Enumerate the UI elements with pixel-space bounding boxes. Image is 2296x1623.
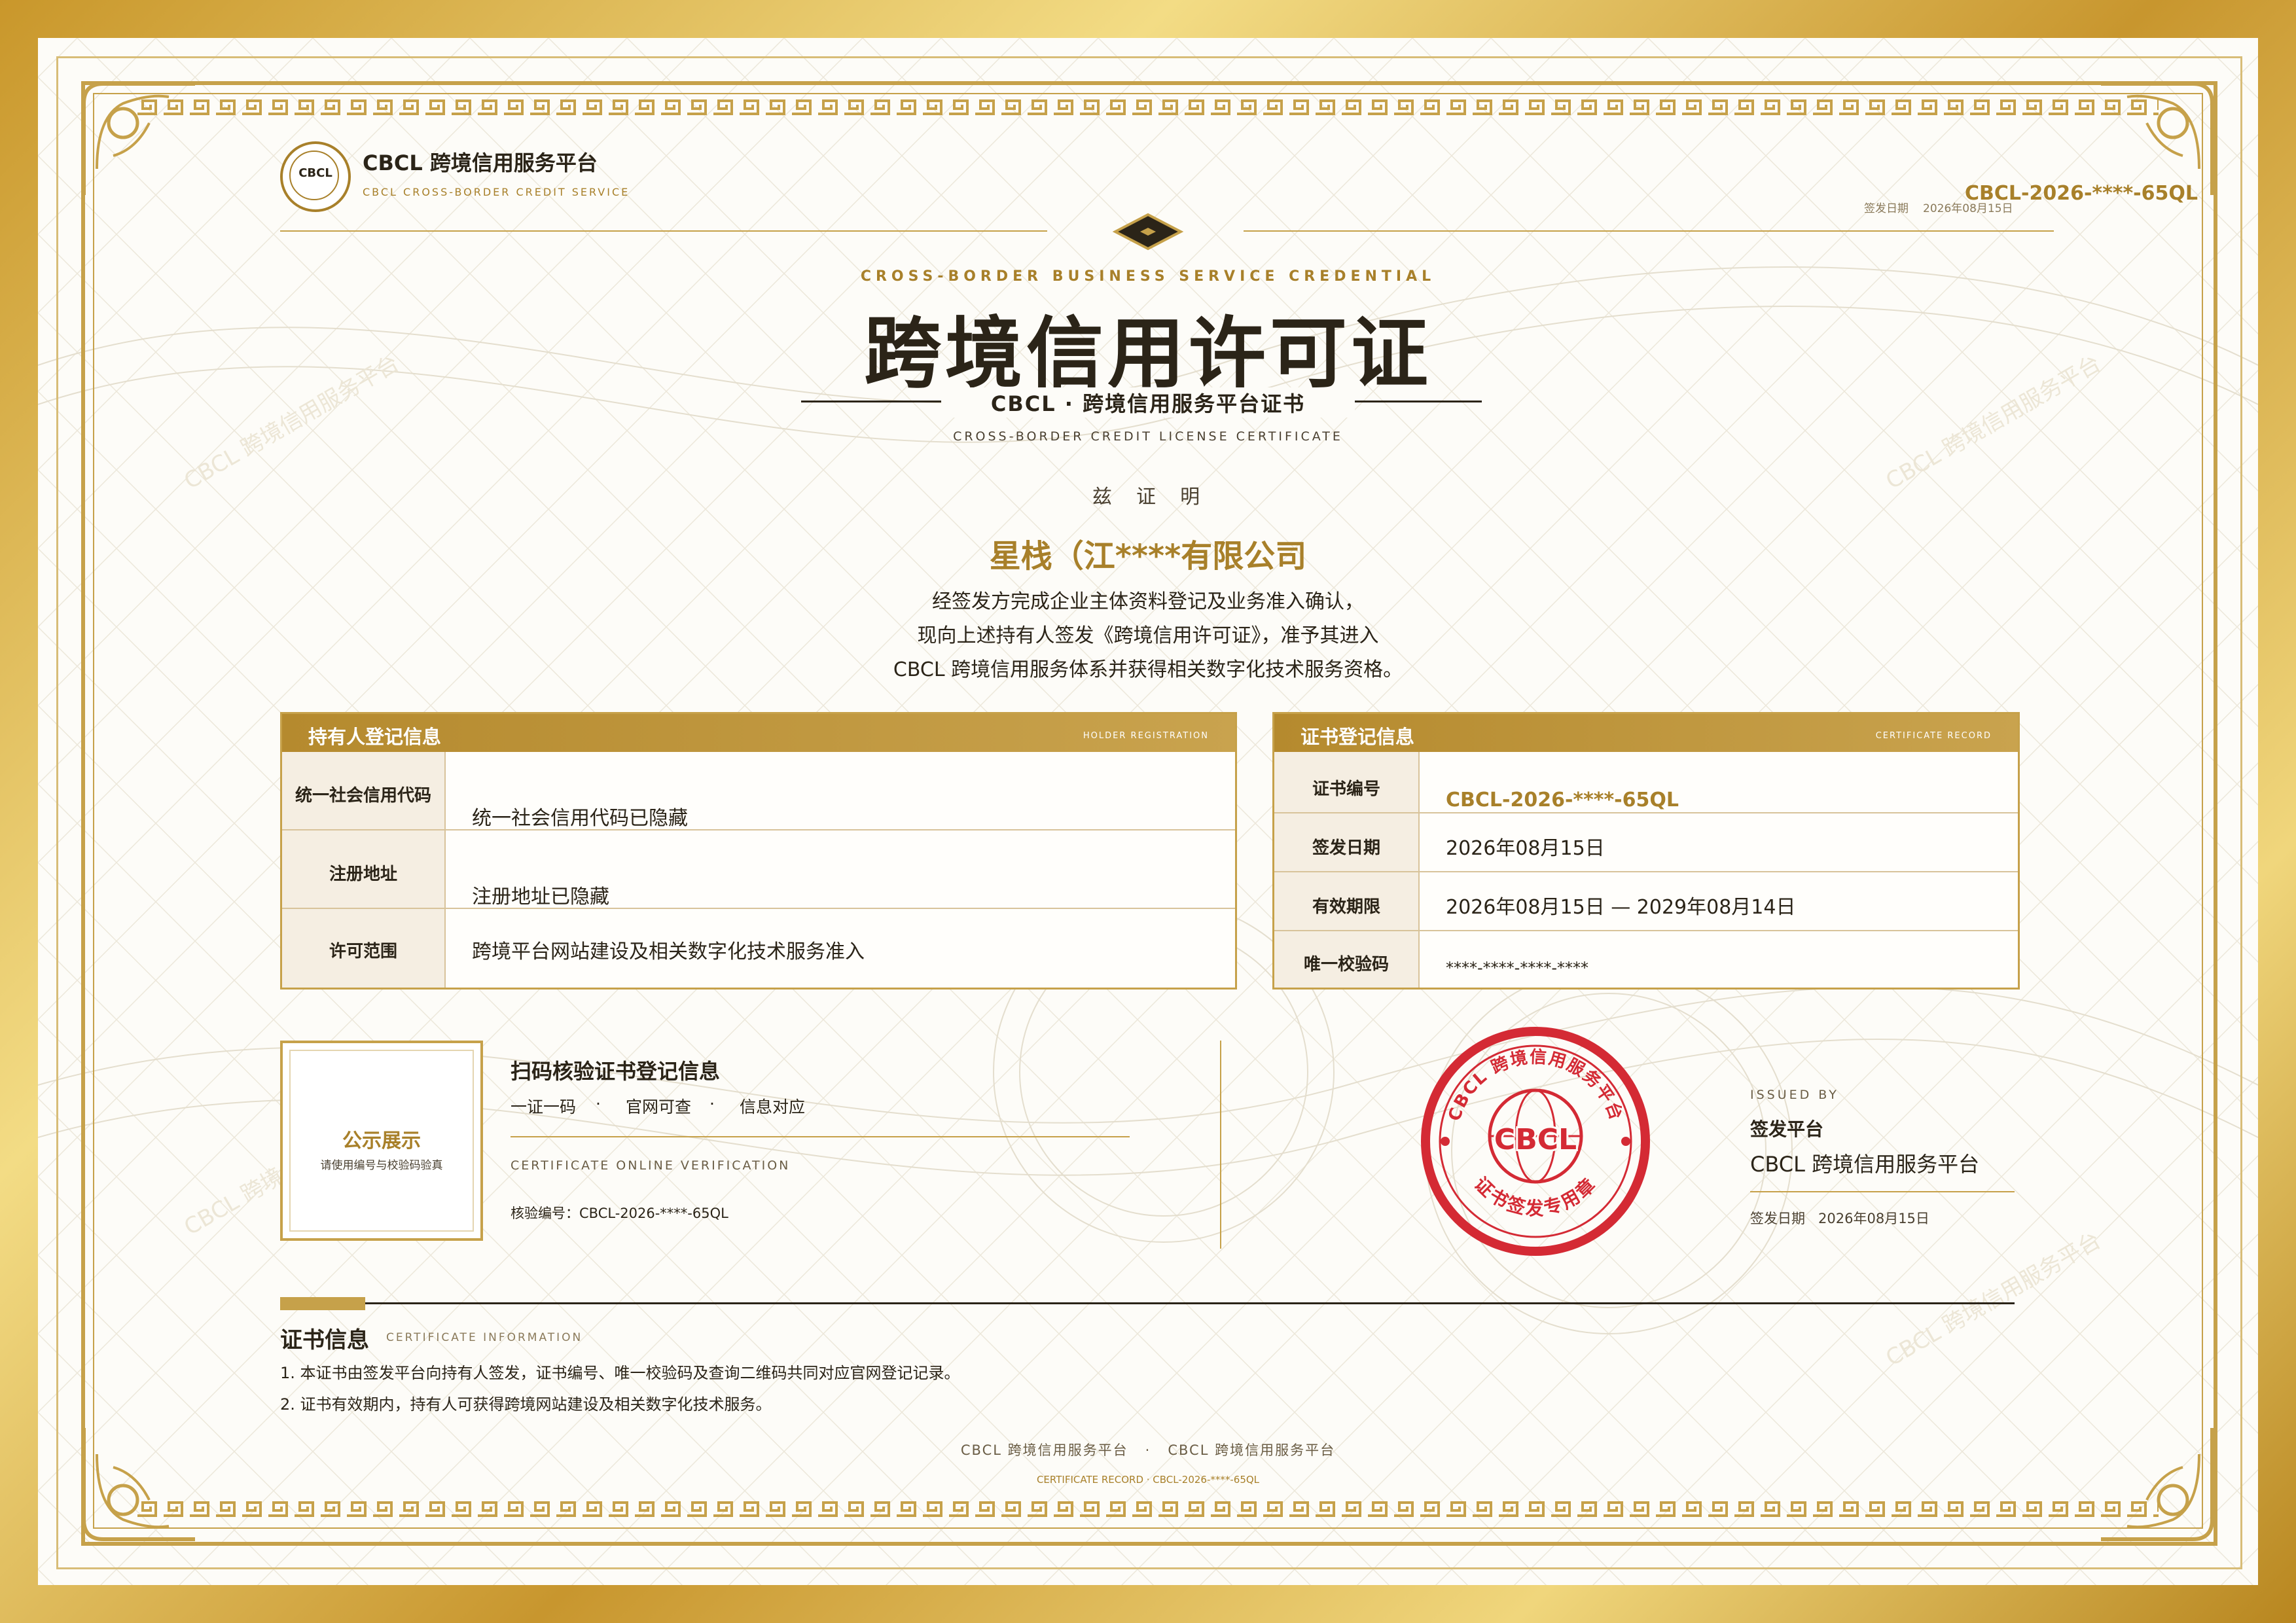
holder-value-scope: 跨境平台网站建设及相关数字化技术服务准入 [472, 940, 865, 963]
record-label-code: 唯一校验码 [1303, 955, 1389, 974]
official-seal-icon: CBCL 跨境信用服务平台 CBCL 证书签发专用章 [1421, 1027, 1650, 1256]
eyebrow-text: CROSS-BORDER BUSINESS SERVICE CREDENTIAL [860, 268, 1436, 285]
body-line-2: 现向上述持有人签发《跨境信用许可证》，准予其进入 [917, 624, 1379, 647]
holder-table-title: 持有人登记信息 [308, 726, 442, 748]
record-label-number: 证书编号 [1312, 779, 1380, 799]
record-label-validity: 有效期限 [1312, 897, 1380, 917]
seal-top-text: CBCL 跨境信用服务平台 [1444, 1047, 1625, 1124]
info-accent-bar [280, 1297, 365, 1310]
issuer-label-en: ISSUED BY [1750, 1088, 1839, 1102]
record-value-validity: 2026年08月15日 — 2029年08月14日 [1446, 896, 1796, 919]
svg-text:CBCL 跨境信用服务平台: CBCL 跨境信用服务平台 [1444, 1047, 1626, 1124]
top-date-value: 2026年08月15日 [1923, 202, 2013, 215]
body-line-1: 经签发方完成企业主体资料登记及业务准入确认， [932, 590, 1364, 613]
public-display-title: 公示展示 [342, 1130, 421, 1152]
bottom-key-pattern [136, 1499, 2159, 1518]
info-title: 证书信息 [280, 1327, 369, 1353]
seal-bottom-text: 证书签发专用章 [1470, 1173, 1599, 1219]
verify-title: 扫码核验证书登记信息 [511, 1059, 721, 1084]
record-value-code: ****-****-****-**** [1446, 959, 1588, 977]
certificate-title: 跨境信用许可证 [863, 308, 1432, 399]
brand-name: CBCL 跨境信用服务平台 [363, 151, 598, 175]
record-label-date: 签发日期 [1312, 838, 1380, 858]
brand-subtitle: CBCL CROSS-BORDER CREDIT SERVICE [363, 186, 630, 198]
info-item-2: 2. 证书有效期内，持有人可获得跨境网站建设及相关数字化技术服务。 [280, 1395, 772, 1414]
record-table-header: 证书登记信息 CERTIFICATE RECORD [1274, 714, 2018, 752]
certificate-subtitle: CBCL · 跨境信用服务平台证书 [941, 387, 1355, 418]
record-table-title: 证书登记信息 [1300, 726, 1415, 748]
corner-ornament-icon [82, 82, 195, 195]
verify-item: 官网可查 [626, 1097, 692, 1116]
certificate-paper: CBCL 跨境信用服务平台 CBCL 跨境信用服务平台 CBCL 跨境信用服务平… [38, 38, 2258, 1585]
info-title-en: CERTIFICATE INFORMATION [386, 1331, 583, 1344]
seal-center-text: CBCL [1494, 1123, 1577, 1156]
holder-label-address: 注册地址 [329, 865, 397, 884]
holder-value-address: 注册地址已隐藏 [472, 885, 609, 908]
info-item-1: 1. 本证书由签发平台向持有人签发，证书编号、唯一校验码及查询二维码共同对应官网… [280, 1364, 960, 1382]
top-date-label: 签发日期 [1864, 202, 1909, 215]
holder-registration-table: 持有人登记信息 HOLDER REGISTRATION 统一社会信用代码 统一社… [280, 712, 1237, 990]
holder-value-credit-code: 统一社会信用代码已隐藏 [472, 807, 688, 830]
issuer-label: 签发平台 [1750, 1118, 1824, 1140]
verify-label-en: CERTIFICATE ONLINE VERIFICATION [511, 1158, 791, 1173]
public-display-hint: 请使用编号与校验码验真 [320, 1159, 443, 1172]
info-rule [365, 1302, 2015, 1304]
hereby-text: 兹 证 明 [1092, 486, 1204, 508]
public-display-box: 公示展示 请使用编号与校验码验真 [280, 1041, 483, 1241]
issuer-date: 签发日期 2026年08月15日 [1750, 1211, 1929, 1226]
svg-text:证书签发专用章: 证书签发专用章 [1470, 1173, 1601, 1219]
record-value-date: 2026年08月15日 [1446, 837, 1605, 860]
issuer-name: CBCL 跨境信用服务平台 [1750, 1152, 1980, 1177]
holder-label-scope: 许可范围 [329, 942, 397, 961]
top-key-pattern [136, 97, 2159, 116]
certificate-record-table: 证书登记信息 CERTIFICATE RECORD 证书编号 CBCL-2026… [1272, 712, 2020, 990]
company-name: 星栈（江****有限公司 [989, 538, 1307, 575]
header-rule-left [280, 230, 1047, 232]
brand-logo: CBCL [280, 141, 351, 212]
verify-code: 核验编号：CBCL-2026-****-65QL [511, 1205, 728, 1221]
record-table-title-en: CERTIFICATE RECORD [1875, 731, 1992, 741]
holder-table-title-en: HOLDER REGISTRATION [1083, 731, 1209, 741]
verify-divider [1220, 1041, 1221, 1249]
brand-logo-text: CBCL [298, 166, 332, 180]
verify-item: 一证一码 [511, 1097, 577, 1116]
issuer-rule [1750, 1191, 2015, 1192]
verify-item: 信息对应 [740, 1097, 806, 1116]
record-value-number: CBCL-2026-****-65QL [1446, 789, 1679, 812]
holder-label-credit-code: 统一社会信用代码 [295, 786, 431, 806]
footer-record: CERTIFICATE RECORD · CBCL-2026-****-65QL [1036, 1474, 1260, 1486]
diamond-ornament-icon [1112, 213, 1184, 251]
verify-separator: · [596, 1094, 601, 1113]
body-line-3: CBCL 跨境信用服务体系并获得相关数字化技术服务资格。 [893, 658, 1403, 681]
verify-separator: · [709, 1094, 715, 1113]
holder-table-header: 持有人登记信息 HOLDER REGISTRATION [282, 714, 1235, 752]
header-rule-right [1244, 230, 2054, 232]
verify-rule [511, 1136, 1130, 1137]
certificate-subtitle-en: CROSS-BORDER CREDIT LICENSE CERTIFICATE [953, 429, 1343, 444]
footer-line: CBCL 跨境信用服务平台 · CBCL 跨境信用服务平台 [960, 1442, 1336, 1458]
